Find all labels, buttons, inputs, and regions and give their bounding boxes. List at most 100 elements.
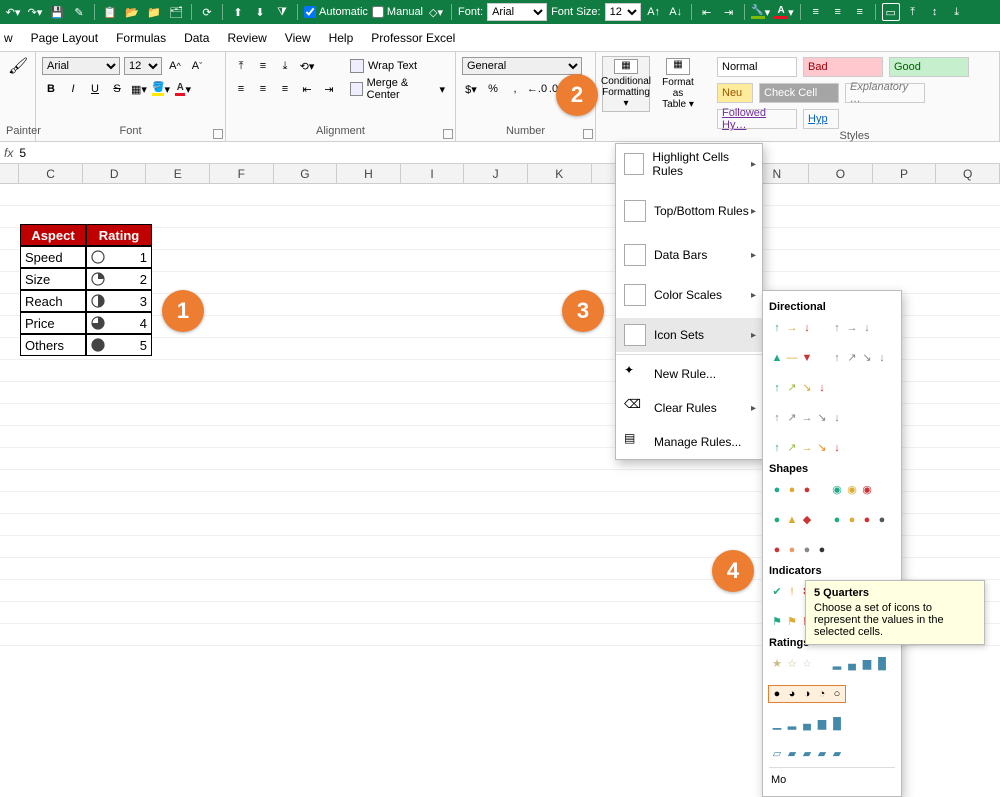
fill-color-icon[interactable]: 🔧▾ [751, 3, 771, 21]
wrap-text-button[interactable]: Wrap Text [346, 56, 449, 76]
iconset-3arrows-color[interactable]: ↑→↓ [769, 320, 815, 336]
col-header[interactable]: O [809, 164, 873, 183]
iconset-more-rules[interactable]: Mo [769, 770, 895, 790]
col-header[interactable]: F [210, 164, 274, 183]
tab-professor-excel[interactable]: Professor Excel [371, 31, 455, 45]
align-left-icon[interactable]: ≡ [232, 80, 250, 98]
iconset-5boxes[interactable]: ▱▰▰▰▰ [769, 746, 845, 762]
font-dialog-launcher[interactable] [213, 129, 223, 139]
iconset-5arrows-gray[interactable]: ↑↗→↘↓ [769, 410, 845, 426]
folder-icon[interactable]: 📁 [145, 3, 163, 21]
save-icon[interactable]: 💾 [48, 3, 66, 21]
cell-rating[interactable]: 3 [86, 290, 152, 312]
cell-rating[interactable]: 2 [86, 268, 152, 290]
valign-bot-icon[interactable]: ⤓ [276, 57, 294, 75]
automatic-checkbox[interactable]: Automatic [304, 6, 368, 18]
orientation-icon[interactable]: ⟲▾ [298, 57, 316, 75]
tab-formulas[interactable]: Formulas [116, 31, 166, 45]
cell-style-followed-link[interactable]: Followed Hy… [717, 109, 797, 129]
col-header[interactable]: G [274, 164, 338, 183]
bold-button[interactable]: B [42, 80, 60, 98]
align-right-icon[interactable]: ≡ [276, 80, 294, 98]
iconset-3arrows-gray[interactable]: ↑→↓ [829, 320, 875, 336]
format-as-table-button[interactable]: ▦ Format as Table ▾ [654, 56, 702, 112]
cf-manage-rules[interactable]: ▤Manage Rules... [616, 425, 762, 459]
table-row[interactable]: Reach3 [20, 290, 152, 312]
percent-button[interactable]: % [484, 80, 502, 98]
cell-style-normal[interactable]: Normal [717, 57, 797, 77]
valign-top-icon[interactable]: ⤒ [904, 3, 922, 21]
font-color-button[interactable]: A▾ [174, 80, 192, 98]
ribbon-font-select[interactable]: Arial [42, 57, 120, 75]
cell-style-hyperlink[interactable]: Hyp [803, 109, 839, 129]
fx-icon[interactable]: fx [4, 146, 13, 160]
alignment-dialog-launcher[interactable] [443, 129, 453, 139]
col-header[interactable]: J [464, 164, 528, 183]
cf-new-rule[interactable]: ✦New Rule... [616, 357, 762, 391]
iconset-3triangles[interactable]: ▲—▼ [769, 350, 815, 366]
valign-mid-icon[interactable]: ≡ [254, 57, 272, 75]
col-header[interactable]: Q [936, 164, 1000, 183]
col-header[interactable]: I [401, 164, 465, 183]
redo-icon[interactable]: ↷▾ [26, 3, 44, 21]
iconset-3signs[interactable]: ●▲◆ [769, 512, 815, 528]
fill-color-button[interactable]: 🪣▾ [152, 80, 170, 98]
cell-style-bad[interactable]: Bad [803, 57, 883, 77]
font-select[interactable]: Arial [487, 3, 547, 21]
cell-style-neutral[interactable]: Neu [717, 83, 753, 103]
tab-view[interactable]: View [285, 31, 311, 45]
cf-clear-rules[interactable]: ⌫Clear Rules▸ [616, 391, 762, 425]
select-all-corner[interactable] [0, 164, 19, 183]
format-painter-button[interactable]: 🖌 [6, 56, 30, 78]
cell-rating[interactable]: 1 [86, 246, 152, 268]
col-header[interactable]: H [337, 164, 401, 183]
ribbon-fontsize-select[interactable]: 12 [124, 57, 162, 75]
indent-dec-icon[interactable]: ⇤ [698, 3, 716, 21]
fontsize-select[interactable]: 12 [605, 3, 641, 21]
col-header[interactable]: D [83, 164, 147, 183]
align-center-icon[interactable]: ≡ [829, 3, 847, 21]
border-button[interactable]: ▦▾ [130, 80, 148, 98]
cf-icon-sets[interactable]: Icon Sets▸ [616, 318, 762, 352]
iconset-3trafficlights[interactable]: ●●● [769, 482, 815, 498]
increase-font-icon[interactable]: A↑ [645, 3, 663, 21]
paste-icon[interactable]: 📋 [101, 3, 119, 21]
number-dialog-launcher[interactable] [583, 129, 593, 139]
currency-button[interactable]: $▾ [462, 80, 480, 98]
table-row[interactable]: Speed1 [20, 246, 152, 268]
formula-value[interactable]: 5 [19, 146, 996, 160]
sort-desc-icon[interactable]: ⬇ [251, 3, 269, 21]
valign-mid-icon[interactable]: ↕ [926, 3, 944, 21]
folder-new-icon[interactable]: 🗂 [167, 3, 185, 21]
folder-open-icon[interactable]: 📂 [123, 3, 141, 21]
filter-icon[interactable]: ⧩ [273, 3, 291, 21]
tab-page-layout[interactable]: Page Layout [31, 31, 98, 45]
border-box-icon[interactable]: ▭ [882, 3, 900, 21]
cf-data-bars[interactable]: Data Bars▸ [616, 238, 762, 272]
refresh-icon[interactable]: ⟳ [198, 3, 216, 21]
cf-top-bottom[interactable]: Top/Bottom Rules▸ [616, 194, 762, 228]
number-format-select[interactable]: General [462, 57, 582, 75]
align-left-icon[interactable]: ≡ [807, 3, 825, 21]
eraser-icon[interactable]: ◇▾ [427, 3, 445, 21]
align-center-icon[interactable]: ≡ [254, 80, 272, 98]
font-color-icon[interactable]: A▾ [774, 3, 794, 21]
tab-data[interactable]: Data [184, 31, 209, 45]
cell-rating[interactable]: 4 [86, 312, 152, 334]
increase-font-icon[interactable]: A^ [166, 57, 184, 75]
cf-highlight-cells[interactable]: Highlight Cells Rules▸ [616, 144, 762, 184]
iconset-4bars[interactable]: ▂▄▆█ [829, 656, 890, 672]
iconset-5arrows-color[interactable]: ↑↗→↘↓ [769, 440, 845, 456]
merge-center-button[interactable]: Merge & Center ▾ [346, 79, 449, 99]
valign-bot-icon[interactable]: ⤓ [948, 3, 966, 21]
tab-w[interactable]: w [4, 31, 13, 45]
strike-button[interactable]: S [108, 80, 126, 98]
iconset-redtoblack[interactable]: ●●●● [769, 542, 830, 558]
cell-style-explanatory[interactable]: Explanatory … [845, 83, 925, 103]
cell-aspect[interactable]: Speed [20, 246, 86, 268]
iconset-5quarters[interactable]: ●◕◑◔○ [769, 686, 845, 702]
italic-button[interactable]: I [64, 80, 82, 98]
manual-checkbox[interactable]: Manual [372, 6, 423, 18]
cell-aspect[interactable]: Size [20, 268, 86, 290]
underline-button[interactable]: U [86, 80, 104, 98]
